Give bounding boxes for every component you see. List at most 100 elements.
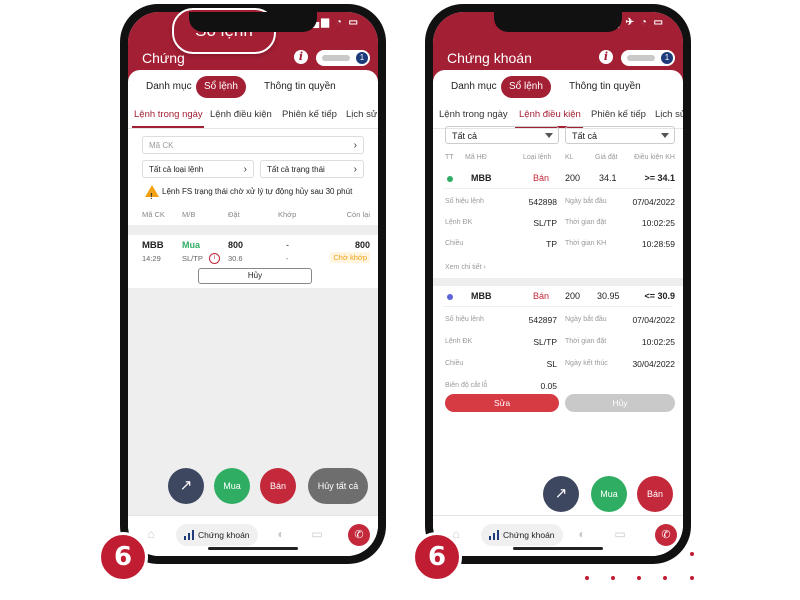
order-time-value: 10:02:25 [641, 337, 675, 347]
bar-chart-icon [184, 530, 196, 540]
order-time-value: 10:02:25 [641, 218, 675, 228]
order-symbol: MBB [142, 240, 164, 251]
tab-next-session[interactable]: Phiên kế tiếp [591, 109, 646, 120]
sell-button[interactable]: Bán [260, 468, 296, 504]
tab-next-session[interactable]: Phiên kế tiếp [282, 109, 337, 120]
table-header: Mã CK M/B Đặt Khớp Còn lại [128, 210, 378, 226]
wallet-icon[interactable]: ▭ [613, 527, 627, 541]
activation-time-label: Thời gian KH [565, 240, 607, 247]
home-icon[interactable]: ⌂ [144, 527, 158, 541]
chart-trend-button[interactable]: ↗ [543, 476, 579, 512]
tab-history[interactable]: Lịch sử [655, 109, 683, 120]
tab-conditional-orders[interactable]: Lệnh điều kiện [519, 109, 581, 120]
tab-portfolio[interactable]: Danh mục [443, 76, 505, 98]
col-index: TT [445, 154, 454, 161]
info-icon[interactable]: i [599, 50, 613, 64]
wallet-icon[interactable]: ▭ [310, 527, 324, 541]
view-details-link[interactable]: Xem chi tiết › [445, 264, 486, 271]
cancel-all-button[interactable]: Hủy tất cả [308, 468, 368, 504]
sell-button[interactable]: Bán [637, 476, 673, 512]
col-remaining: Còn lại [346, 210, 370, 219]
stock-code-input[interactable]: Mã CK › [142, 136, 364, 154]
nav-stocks[interactable]: Chứng khoán [176, 524, 258, 546]
account-selector[interactable]: 1 [621, 50, 675, 66]
app-title: Chứng [142, 50, 185, 66]
tab-order-book[interactable]: Sổ lệnh [501, 76, 551, 98]
order-remaining: 800 [354, 240, 370, 250]
tab-order-book[interactable]: Sổ lệnh [196, 76, 246, 98]
order-number-label: Số hiệu lệnh [445, 316, 484, 323]
info-icon[interactable]: i [294, 50, 308, 64]
start-date-label: Ngày bắt đầu [565, 198, 607, 205]
order-time: 14:29 [142, 254, 161, 263]
col-price: Giá đặt [595, 154, 618, 161]
stock-code-placeholder: Mã CK [149, 141, 174, 150]
order-quantity: 800 [228, 240, 244, 250]
order-type-filter[interactable]: Tất cả loại lệnh › [142, 160, 254, 178]
nav-stocks[interactable]: Chứng khoán [481, 524, 563, 546]
view-details-label: Xem chi tiết [445, 264, 482, 271]
end-date-label: Ngày kết thúc [565, 360, 608, 367]
nav-stocks-label: Chứng khoán [503, 530, 555, 540]
trend-up-icon: ↗ [179, 477, 193, 494]
col-condition: Điều kiện KH [634, 154, 675, 161]
nav-stocks-label: Chứng khoán [198, 530, 250, 540]
chevron-right-icon: › [243, 164, 247, 175]
content-card: Danh mục Sổ lệnh Thông tin quyền Lệnh tr… [433, 70, 683, 516]
filter-select-2-value: Tất cả [572, 131, 598, 141]
content-card: Danh mục Sổ lệnh Thông tin quyền Lệnh tr… [128, 70, 378, 516]
status-filter[interactable]: Tất cả trạng thái › [260, 160, 364, 178]
order-matched: - [286, 240, 289, 250]
bottom-nav: ⌂ Chứng khoán ◐ ▭ ✆ [128, 515, 378, 556]
col-contract: Mã HĐ [465, 154, 487, 161]
chart-trend-button[interactable]: ↗ [168, 468, 204, 504]
phone-right: ▂▄▆ ✈ ◔ ▭ Chứng khoán i 1 Danh mục Sổ lệ… [425, 4, 691, 564]
info-icon[interactable]: i [209, 253, 220, 264]
tab-portfolio[interactable]: Danh mục [138, 76, 200, 98]
condition-type-value: SL/TP [533, 218, 557, 228]
cancel-order-button[interactable]: Hủy [198, 268, 312, 284]
tab-rights-info[interactable]: Thông tin quyền [256, 76, 344, 98]
stop-loss-margin-label: Biên độ cắt lỗ [445, 382, 488, 389]
home-indicator [513, 547, 603, 550]
derivatives-icon[interactable]: ◐ [274, 527, 288, 541]
tab-history[interactable]: Lịch sử l [346, 109, 378, 120]
edit-order-button[interactable]: Sửa [445, 394, 559, 412]
cancel-order-button[interactable]: Hủy [565, 394, 675, 412]
tab-intraday-orders[interactable]: Lệnh trong ngày [439, 109, 508, 120]
auto-cancel-warning: ! Lệnh FS trạng thái chờ xử lý tự động h… [142, 182, 364, 202]
order2-symbol: MBB [471, 291, 492, 301]
filter-select-2[interactable]: Tất cả [565, 126, 675, 144]
tab-conditional-orders[interactable]: Lệnh điều kiện [210, 109, 272, 120]
warning-icon: ! [145, 185, 159, 201]
direction-label: Chiều [445, 360, 464, 367]
home-indicator [208, 547, 298, 550]
app-title: Chứng khoán [447, 50, 532, 66]
top-tabs: Danh mục Sổ lệnh Thông tin quyền [443, 76, 677, 98]
order-number-value: 542897 [528, 315, 557, 325]
separator [128, 225, 378, 235]
account-selector[interactable]: 1 [316, 50, 370, 66]
col-quantity: KL [565, 154, 574, 161]
direction-label: Chiều [445, 240, 464, 247]
col-order-type: Loại lệnh [523, 154, 552, 161]
phone-icon[interactable]: ✆ [348, 524, 370, 546]
derivatives-icon[interactable]: ◐ [575, 527, 589, 541]
end-date-value: 30/04/2022 [632, 359, 675, 369]
order2-price: 30.95 [597, 291, 620, 301]
order1-quantity: 200 [565, 173, 581, 183]
status-dot-blue [447, 294, 453, 300]
order1-side: Bán [533, 173, 550, 183]
condition-type-label: Lệnh ĐK [445, 338, 473, 345]
buy-button[interactable]: Mua [591, 476, 627, 512]
chevron-right-icon: › [353, 164, 357, 175]
tab-intraday-orders[interactable]: Lệnh trong ngày [134, 109, 203, 120]
filter-select-1[interactable]: Tất cả [445, 126, 559, 144]
order-matched-price: - [286, 254, 289, 263]
tab-rights-info[interactable]: Thông tin quyền [561, 76, 649, 98]
notch [189, 12, 317, 32]
buy-button[interactable]: Mua [214, 468, 250, 504]
phone-icon[interactable]: ✆ [655, 524, 677, 546]
order1-condition: >= 34.1 [644, 173, 675, 183]
start-date-value: 07/04/2022 [632, 197, 675, 207]
